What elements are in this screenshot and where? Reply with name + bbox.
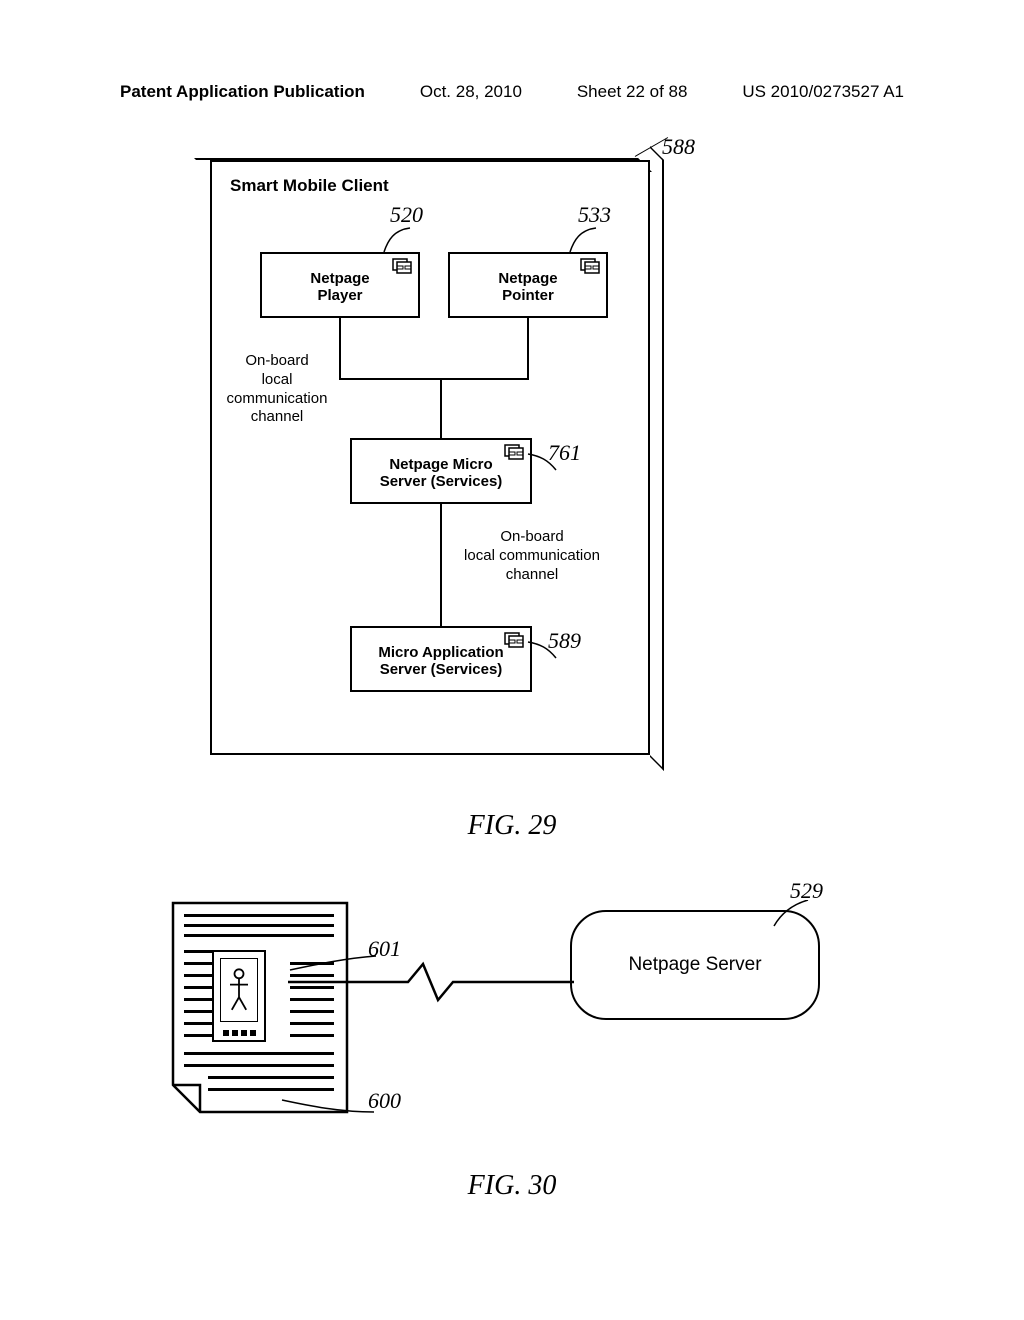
lead-curve [288,954,378,974]
pub-date: Oct. 28, 2010 [420,82,522,102]
onboard-channel-label-2: On-board local communication channel [442,528,622,584]
doc-text-line [290,1034,334,1037]
panel-3d-right [650,146,664,771]
panel-title: Smart Mobile Client [230,176,389,196]
doc-text-line [184,934,334,937]
lead-curve [382,226,422,256]
mobile-device-icon [212,950,266,1042]
doc-text-line [290,1010,334,1013]
pub-number: US 2010/0273527 A1 [742,82,904,102]
micro-app-server-box: Micro Application Server (Services) [350,626,532,692]
lead-curve [526,640,560,664]
netpage-server-label: Netpage Server [628,954,761,976]
doc-text-line [184,1064,334,1067]
device-keys [214,1030,264,1036]
connector [339,318,341,378]
connector [440,378,442,438]
publication-label: Patent Application Publication [120,82,365,102]
doc-text-line [208,1088,334,1091]
lead-curve [772,900,812,930]
doc-text-line [184,924,334,927]
ref-520: 520 [390,202,423,228]
component-icon [504,632,524,652]
lead-curve [526,452,560,476]
doc-text-line [208,1076,334,1079]
component-icon [580,258,600,278]
figure-30-caption: FIG. 30 [0,1170,1024,1202]
ref-533: 533 [578,202,611,228]
connector [339,378,529,380]
netpage-micro-server-box: Netpage Micro Server (Services) [350,438,532,504]
device-screen [220,958,258,1022]
figure-30: Netpage Server 601 600 529 [150,900,850,1150]
onboard-channel-label-1: On-board local communication channel [202,352,352,427]
figure-29: Smart Mobile Client Netpage Player Netpa… [210,150,680,770]
doc-text-line [184,914,334,917]
component-icon [504,444,524,464]
component-icon [392,258,412,278]
netpage-pointer-box: Netpage Pointer [448,252,608,318]
connector [527,318,529,378]
connector [440,504,442,626]
doc-text-line [290,1022,334,1025]
page-header: Patent Application Publication Oct. 28, … [0,82,1024,102]
doc-text-line [184,1052,334,1055]
sheet-info: Sheet 22 of 88 [577,82,688,102]
netpage-player-box: Netpage Player [260,252,420,318]
lead-curve [568,226,608,256]
lead-curve [280,1098,376,1118]
stick-figure-icon [221,959,257,1021]
figure-29-caption: FIG. 29 [0,810,1024,842]
